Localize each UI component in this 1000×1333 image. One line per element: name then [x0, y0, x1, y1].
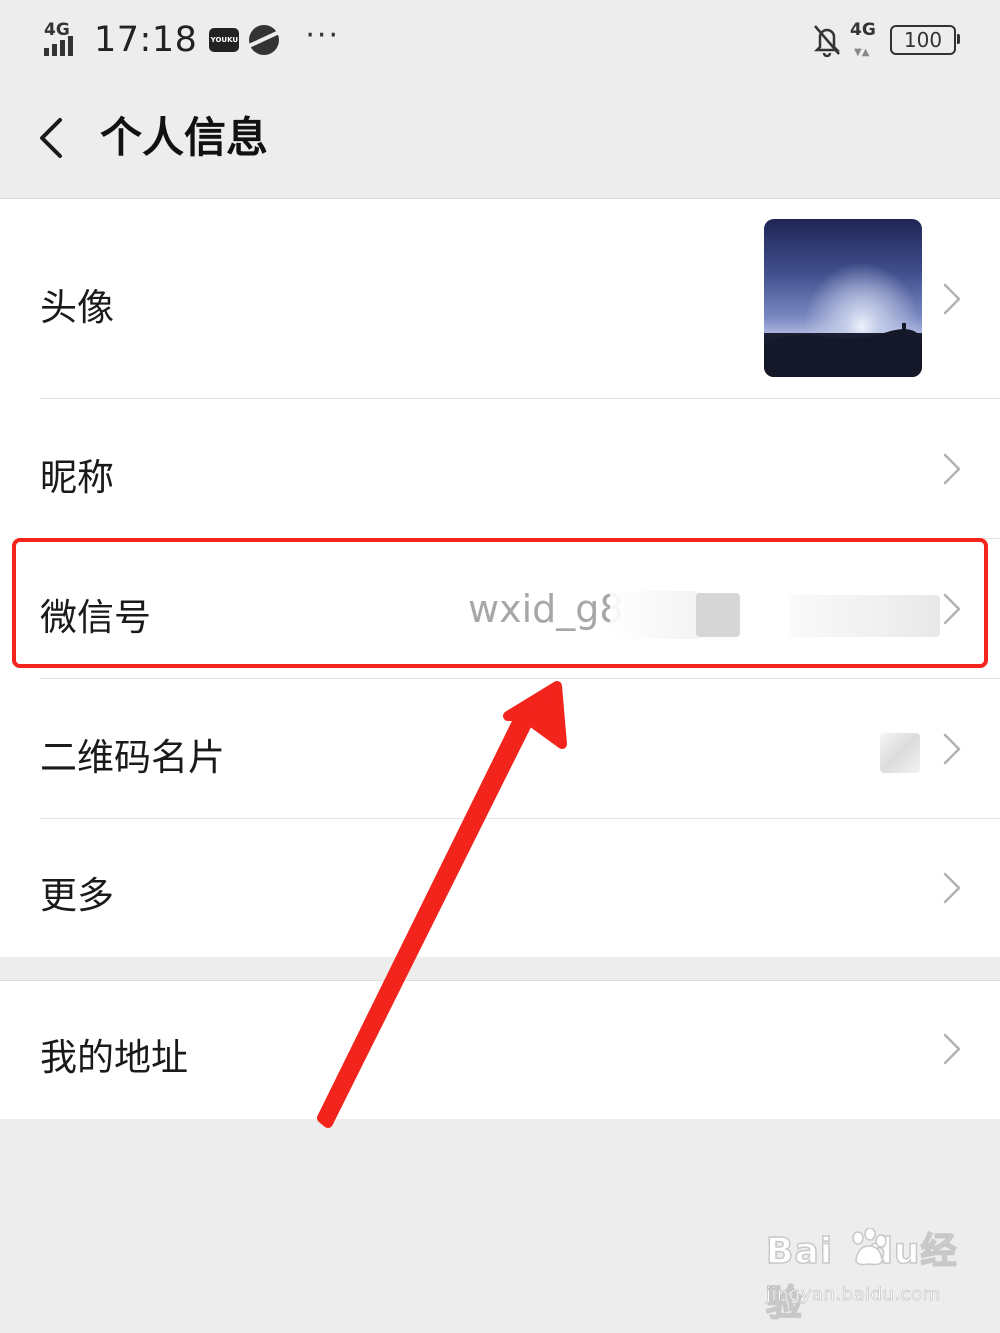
my-address-row[interactable]: 我的地址: [0, 981, 1000, 1119]
battery-level: 100: [903, 28, 943, 52]
avatar-row[interactable]: 头像: [0, 199, 1000, 399]
row-label-my-address: 我的地址: [40, 1036, 188, 1079]
qr-code-icon: [880, 733, 920, 773]
address-group: 我的地址: [0, 980, 1000, 1119]
more-notifications-icon: ···: [305, 18, 340, 53]
row-label-avatar: 头像: [40, 286, 114, 329]
youku-icon: YOUKU: [209, 28, 240, 52]
bell-off-icon: [813, 25, 841, 57]
signal-4g-icon: 4G: [42, 20, 86, 60]
status-left: 4G 17:18 YOUKU ···: [42, 18, 340, 62]
row-label-more: 更多: [40, 874, 114, 917]
qr-code-row[interactable]: 二维码名片: [0, 679, 1000, 819]
row-label-nickname: 昵称: [40, 456, 114, 499]
baidu-paw-icon: [852, 1228, 887, 1266]
mobile-data-icon: 4G ▼▲: [850, 20, 876, 58]
highlight-box: [12, 538, 988, 668]
watermark-url: jingyan.baidu.com: [766, 1284, 941, 1306]
battery-icon: 100: [890, 25, 960, 55]
status-time: 17:18: [94, 20, 198, 60]
status-right: 4G ▼▲ 100: [812, 18, 960, 62]
page-title: 个人信息: [100, 113, 269, 162]
planet-icon: [249, 25, 280, 55]
chevron-right-icon: [943, 283, 961, 315]
avatar-image: [764, 219, 922, 377]
more-row[interactable]: 更多: [0, 819, 1000, 957]
chevron-right-icon: [943, 1033, 961, 1065]
nickname-row[interactable]: 昵称: [0, 399, 1000, 539]
title-bar: 个人信息: [0, 90, 1000, 186]
baidu-jingyan-watermark: Bai du经验 jingyan.baidu.com: [765, 1222, 966, 1325]
row-label-qr-code: 二维码名片: [40, 736, 225, 779]
chevron-right-icon: [943, 733, 961, 765]
chevron-left-icon[interactable]: [32, 114, 68, 162]
chevron-right-icon: [943, 453, 961, 485]
status-bar: 4G 17:18 YOUKU ··· 4G ▼▲ 100: [0, 0, 1000, 80]
chevron-right-icon: [943, 872, 961, 904]
